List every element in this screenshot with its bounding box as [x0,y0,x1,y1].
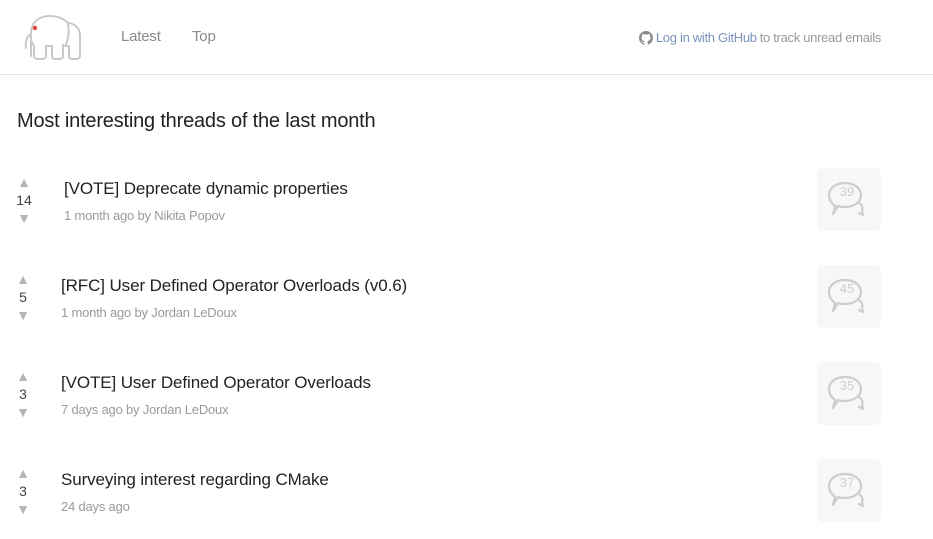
vote-widget: ▲ 5 ▼ [13,271,33,323]
vote-count: 5 [19,289,27,305]
thread-meta: 1 month ago by Nikita Popov [64,208,225,223]
vote-count: 14 [16,192,32,208]
thread-by: by [137,208,152,223]
thread-by: by [126,402,140,417]
upvote-arrow-icon[interactable]: ▲ [13,271,33,287]
thread-meta: 7 days ago by Jordan LeDoux [61,402,229,417]
upvote-arrow-icon[interactable]: ▲ [13,368,33,384]
thread-title-link[interactable]: [VOTE] Deprecate dynamic properties [64,179,348,199]
thread-title-link[interactable]: [RFC] User Defined Operator Overloads (v… [61,276,407,296]
login-suffix-text: to track unread emails [759,29,882,45]
reply-count: 45 [839,281,855,296]
thread-meta: 24 days ago [61,499,130,514]
reply-count: 35 [839,378,855,393]
vote-count: 3 [19,386,27,402]
reply-count: 37 [839,475,855,490]
downvote-arrow-icon[interactable]: ▼ [13,501,33,517]
thread-time: 7 days ago [61,402,123,417]
reply-count: 39 [839,184,855,199]
thread-author[interactable]: Jordan LeDoux [143,402,229,417]
thread-row: ▲ 3 ▼ [VOTE] User Defined Operator Overl… [0,362,933,442]
thread-author[interactable]: Nikita Popov [154,208,225,223]
elephant-logo-icon[interactable] [22,12,84,62]
github-icon [638,31,653,45]
thread-time: 24 days ago [61,499,130,514]
downvote-arrow-icon[interactable]: ▼ [13,307,33,323]
downvote-arrow-icon[interactable]: ▼ [14,210,34,226]
nav-top-link[interactable]: Top [192,28,216,45]
downvote-arrow-icon[interactable]: ▼ [13,404,33,420]
replies-badge[interactable]: 37 [817,459,881,522]
thread-meta: 1 month ago by Jordan LeDoux [61,305,237,320]
page-title: Most interesting threads of the last mon… [17,110,376,132]
thread-row: ▲ 14 ▼ [VOTE] Deprecate dynamic properti… [0,168,933,248]
thread-title-link[interactable]: [VOTE] User Defined Operator Overloads [61,373,371,393]
replies-badge[interactable]: 45 [817,265,881,328]
vote-widget: ▲ 3 ▼ [13,368,33,420]
thread-row: ▲ 5 ▼ [RFC] User Defined Operator Overlo… [0,265,933,345]
top-bar: Latest Top Log in with GitHub to track u… [0,0,933,75]
thread-title-link[interactable]: Surveying interest regarding CMake [61,470,329,490]
github-login-link[interactable]: Log in with GitHub [656,30,757,45]
replies-badge[interactable]: 39 [817,168,881,231]
replies-badge[interactable]: 35 [817,362,881,425]
upvote-arrow-icon[interactable]: ▲ [13,465,33,481]
thread-by: by [134,305,149,320]
thread-author[interactable]: Jordan LeDoux [151,305,237,320]
thread-time: 1 month ago [61,305,132,320]
login-prompt: Log in with GitHub to track unread email… [638,29,882,45]
vote-widget: ▲ 3 ▼ [13,465,33,517]
upvote-arrow-icon[interactable]: ▲ [14,174,34,190]
thread-time: 1 month ago [64,208,135,223]
nav-latest-link[interactable]: Latest [121,28,161,45]
vote-count: 3 [19,483,27,499]
thread-row: ▲ 3 ▼ Surveying interest regarding CMake… [0,459,933,539]
vote-widget: ▲ 14 ▼ [14,174,34,226]
